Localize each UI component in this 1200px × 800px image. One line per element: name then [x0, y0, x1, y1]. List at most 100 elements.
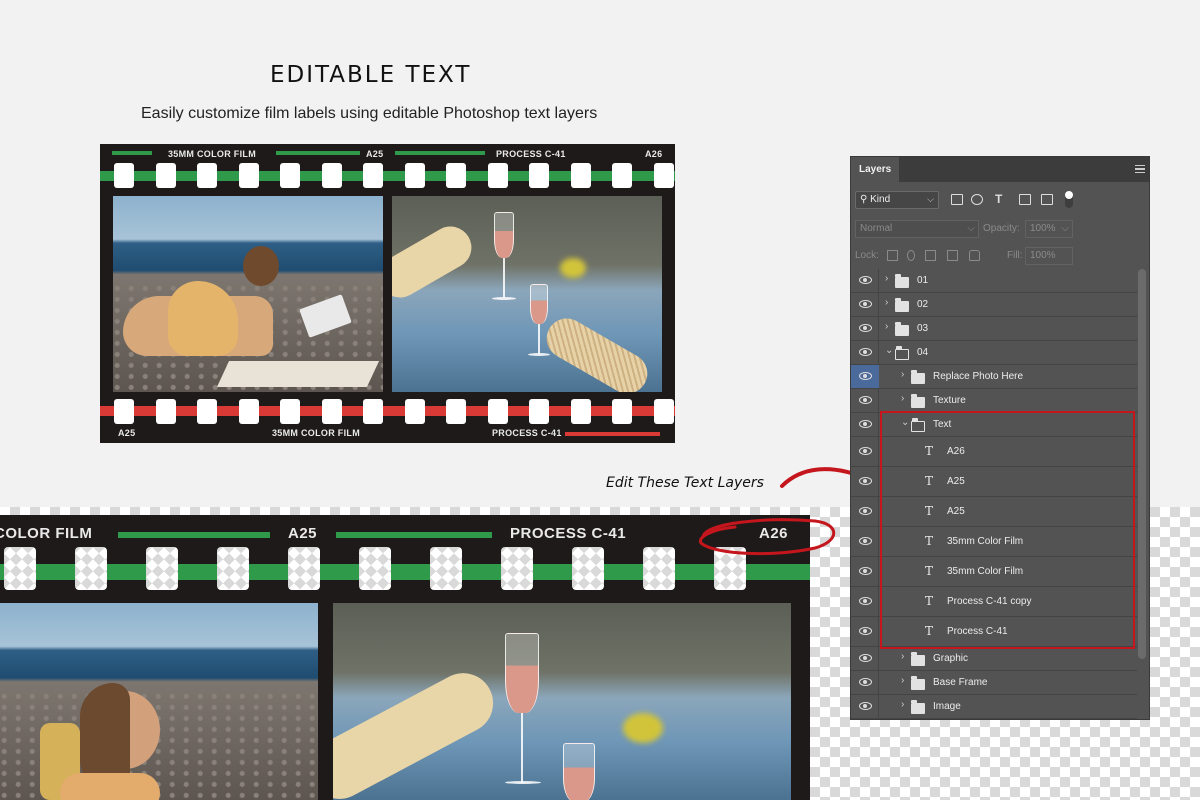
- chevron-right-icon[interactable]: ›: [901, 393, 904, 404]
- blend-mode-value: Normal: [860, 223, 893, 234]
- layer-row[interactable]: › Image: [851, 695, 1137, 719]
- filter-kind-select[interactable]: ⚲ Kind ⌵: [855, 191, 939, 209]
- visibility-toggle[interactable]: [851, 557, 879, 586]
- lock-transparent-icon[interactable]: [887, 250, 898, 261]
- film-label: A25: [118, 428, 136, 438]
- layer-row[interactable]: › Texture: [851, 389, 1137, 413]
- glass-stem: [503, 258, 505, 298]
- panel-menu-icon[interactable]: [1135, 165, 1145, 173]
- glass-stem: [538, 324, 540, 354]
- visibility-toggle[interactable]: [851, 317, 879, 340]
- eye-icon: [859, 654, 872, 662]
- opacity-value: 100%: [1030, 223, 1056, 234]
- glass-base: [505, 781, 541, 784]
- lock-row: Lock: Fill: 100%: [855, 247, 1145, 265]
- film-sprocket-hole: [280, 163, 300, 188]
- eye-icon: [859, 627, 872, 635]
- layer-list-scrollbar[interactable]: [1138, 269, 1146, 659]
- film-sprocket-hole: [643, 547, 675, 590]
- chevron-right-icon[interactable]: ›: [901, 675, 904, 686]
- adjustment-filter-icon[interactable]: [971, 194, 983, 205]
- fill-value: 100%: [1030, 250, 1056, 261]
- film-sprocket-hole: [404, 399, 425, 424]
- film-sprocket-hole: [570, 399, 591, 424]
- visibility-toggle[interactable]: [851, 647, 879, 670]
- chevron-right-icon[interactable]: ›: [901, 369, 904, 380]
- film-sprocket-hole: [321, 163, 342, 188]
- film-label: 35MM COLOR FILM: [272, 428, 360, 438]
- film-sprocket-hole: [487, 163, 508, 188]
- visibility-toggle[interactable]: [851, 695, 879, 718]
- layer-row[interactable]: › 01: [851, 269, 1137, 293]
- chevron-right-icon[interactable]: ›: [885, 273, 888, 284]
- arm: [333, 662, 504, 800]
- glass-base: [528, 353, 550, 356]
- eye-icon: [859, 537, 872, 545]
- lock-all-icon[interactable]: [969, 250, 980, 261]
- layer-row[interactable]: › Base Frame: [851, 671, 1137, 695]
- film-sprocket-hole: [155, 163, 176, 188]
- chevron-right-icon[interactable]: ›: [885, 297, 888, 308]
- lock-label: Lock:: [855, 250, 879, 261]
- visibility-toggle[interactable]: [851, 497, 879, 526]
- chevron-down-icon: ⌵: [927, 194, 934, 204]
- flower: [623, 713, 663, 743]
- artboard-icon[interactable]: [947, 250, 958, 261]
- layer-row[interactable]: › 02: [851, 293, 1137, 317]
- film-sprocket-hole: [487, 399, 508, 424]
- eye-icon: [859, 447, 872, 455]
- eye-icon: [859, 372, 872, 380]
- eye-icon: [859, 348, 872, 356]
- eye-icon: [859, 300, 872, 308]
- chevron-down-icon[interactable]: ⌄: [885, 345, 893, 356]
- smart-object-filter-icon[interactable]: [1041, 194, 1053, 205]
- beach-photo: [113, 196, 383, 392]
- flower: [560, 258, 586, 278]
- page-title: EDITABLE TEXT: [270, 62, 472, 88]
- type-filter-icon[interactable]: T: [995, 192, 1007, 206]
- chevron-right-icon[interactable]: ›: [885, 321, 888, 332]
- visibility-toggle[interactable]: [851, 341, 879, 364]
- fill-field[interactable]: 100%: [1025, 247, 1073, 265]
- film-sprocket-hole: [529, 163, 549, 188]
- layer-row[interactable]: › Graphic: [851, 647, 1137, 671]
- opacity-field[interactable]: 100% ⌵: [1025, 220, 1073, 238]
- champagne-photo-zoomed: [333, 603, 791, 800]
- film-sprocket-hole: [197, 399, 217, 424]
- film-sprocket-hole: [197, 163, 217, 188]
- filter-row: ⚲ Kind ⌵ T: [855, 190, 1145, 210]
- chevron-right-icon[interactable]: ›: [901, 699, 904, 710]
- visibility-toggle[interactable]: [851, 269, 879, 292]
- arm: [392, 218, 480, 306]
- film-top-stripe: [395, 151, 485, 155]
- visibility-toggle[interactable]: [851, 587, 879, 616]
- layer-row[interactable]: ⌄ 04: [851, 341, 1137, 365]
- visibility-toggle[interactable]: [851, 365, 879, 388]
- pixel-filter-icon[interactable]: [951, 194, 963, 205]
- film-top-stripe: [118, 532, 270, 538]
- visibility-toggle[interactable]: [851, 671, 879, 694]
- film-label: COLOR FILM: [0, 525, 93, 542]
- tab-layers[interactable]: Layers: [851, 157, 899, 182]
- lock-image-icon[interactable]: [907, 250, 915, 261]
- visibility-toggle[interactable]: [851, 467, 879, 496]
- film-sprocket-hole: [446, 399, 466, 424]
- film-green-band: [0, 564, 810, 580]
- film-label: 35MM COLOR FILM: [168, 149, 256, 159]
- lock-position-icon[interactable]: [925, 250, 936, 261]
- head: [243, 246, 279, 286]
- chevron-right-icon[interactable]: ›: [901, 651, 904, 662]
- visibility-toggle[interactable]: [851, 413, 879, 436]
- layer-row[interactable]: › 03: [851, 317, 1137, 341]
- visibility-toggle[interactable]: [851, 389, 879, 412]
- visibility-toggle[interactable]: [851, 437, 879, 466]
- champagne-photo: [392, 196, 662, 392]
- visibility-toggle[interactable]: [851, 527, 879, 556]
- visibility-toggle[interactable]: [851, 617, 879, 646]
- film-sprocket-hole: [653, 163, 674, 188]
- filter-toggle[interactable]: [1065, 191, 1073, 208]
- visibility-toggle[interactable]: [851, 293, 879, 316]
- blend-mode-select[interactable]: Normal ⌵: [855, 220, 979, 238]
- shape-filter-icon[interactable]: [1019, 194, 1031, 205]
- layer-row[interactable]: › Replace Photo Here: [851, 365, 1137, 389]
